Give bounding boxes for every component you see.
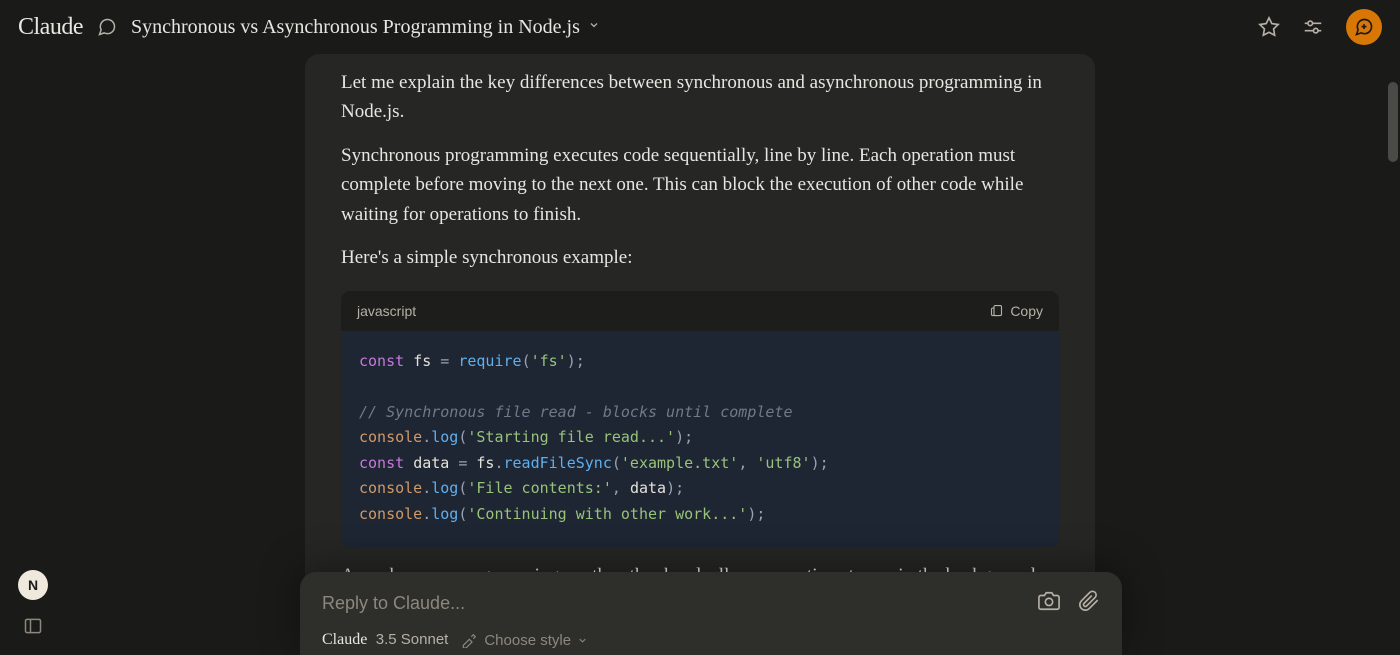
palette-icon <box>462 632 478 648</box>
code-token: const <box>359 352 404 370</box>
code-token: 'Continuing with other work...' <box>467 505 747 523</box>
code-token: data <box>413 454 449 472</box>
code-token: // Synchronous file read - blocks until … <box>359 403 792 421</box>
code-token: ; <box>820 454 829 472</box>
code-token: , <box>612 479 621 497</box>
paragraph: Here's a simple synchronous example: <box>341 243 1059 272</box>
code-body: const fs = require('fs'); // Synchronous… <box>341 331 1059 548</box>
sidebar-toggle-icon[interactable] <box>23 616 43 641</box>
code-token: . <box>422 479 431 497</box>
code-token: ; <box>576 352 585 370</box>
copy-label: Copy <box>1010 303 1043 319</box>
code-token: 'example.txt' <box>621 454 738 472</box>
code-token: ; <box>675 479 684 497</box>
chevron-down-icon <box>577 635 588 646</box>
reply-input[interactable]: Reply to Claude... <box>322 593 465 614</box>
code-token: ; <box>756 505 765 523</box>
left-bottom-stack: N <box>18 570 48 641</box>
input-main-row: Reply to Claude... <box>322 590 1100 617</box>
header-left: Claude Synchronous vs Asynchronous Progr… <box>18 14 600 41</box>
paragraph: Synchronous programming executes code se… <box>341 141 1059 229</box>
star-icon[interactable] <box>1258 16 1280 38</box>
code-token: 'fs' <box>531 352 567 370</box>
code-token: ( <box>612 454 621 472</box>
chevron-down-icon <box>588 19 600 35</box>
code-token: ) <box>567 352 576 370</box>
code-token: ) <box>675 428 684 446</box>
conversation-title[interactable]: Synchronous vs Asynchronous Programming … <box>131 16 600 39</box>
code-header: javascript Copy <box>341 291 1059 331</box>
code-token: ( <box>522 352 531 370</box>
code-token: 'utf8' <box>756 454 810 472</box>
chat-icon <box>97 17 117 37</box>
code-token: log <box>431 428 458 446</box>
code-token: . <box>422 428 431 446</box>
code-token: = <box>440 352 449 370</box>
code-token: require <box>458 352 521 370</box>
input-dock: Reply to Claude... Claude 3.5 Sonnet Cho… <box>300 572 1122 655</box>
code-token: console <box>359 428 422 446</box>
camera-icon[interactable] <box>1038 590 1060 617</box>
code-token: . <box>494 454 503 472</box>
header: Claude Synchronous vs Asynchronous Progr… <box>0 0 1400 54</box>
code-token: . <box>422 505 431 523</box>
logo[interactable]: Claude <box>18 14 83 41</box>
code-token: fs <box>476 454 494 472</box>
code-block: javascript Copy const fs = require('fs')… <box>341 291 1059 548</box>
clipboard-icon <box>989 303 1004 318</box>
conversation-scroll[interactable]: Let me explain the key differences betwe… <box>0 54 1400 655</box>
input-meta-row: Claude 3.5 Sonnet Choose style <box>322 631 1100 649</box>
paragraph: Let me explain the key differences betwe… <box>341 54 1059 127</box>
paperclip-icon[interactable] <box>1078 590 1100 617</box>
code-token: ; <box>684 428 693 446</box>
code-token: console <box>359 505 422 523</box>
code-token: readFileSync <box>504 454 612 472</box>
assistant-message: Let me explain the key differences betwe… <box>305 54 1095 655</box>
code-token: 'Starting file read...' <box>467 428 675 446</box>
new-chat-button[interactable] <box>1346 9 1382 45</box>
code-token: 'File contents:' <box>467 479 612 497</box>
code-token: ) <box>666 479 675 497</box>
code-token: log <box>431 479 458 497</box>
code-lang-label: javascript <box>357 303 416 319</box>
model-version: 3.5 Sonnet <box>376 631 449 648</box>
scrollbar-thumb[interactable] <box>1388 82 1398 162</box>
user-avatar[interactable]: N <box>18 570 48 600</box>
title-text: Synchronous vs Asynchronous Programming … <box>131 16 580 39</box>
code-token: log <box>431 505 458 523</box>
model-picker[interactable]: Claude 3.5 Sonnet <box>322 631 448 649</box>
code-token: console <box>359 479 422 497</box>
code-token: ) <box>811 454 820 472</box>
code-token: , <box>738 454 747 472</box>
model-name: Claude <box>322 631 367 648</box>
code-token: data <box>630 479 666 497</box>
style-label: Choose style <box>484 632 571 649</box>
code-token: = <box>458 454 467 472</box>
style-button[interactable]: Choose style <box>462 632 588 649</box>
copy-button[interactable]: Copy <box>989 303 1043 319</box>
settings-sliders-icon[interactable] <box>1302 16 1324 38</box>
code-token: const <box>359 454 404 472</box>
input-attachments <box>1038 590 1100 617</box>
code-token: fs <box>413 352 431 370</box>
header-right <box>1258 9 1382 45</box>
